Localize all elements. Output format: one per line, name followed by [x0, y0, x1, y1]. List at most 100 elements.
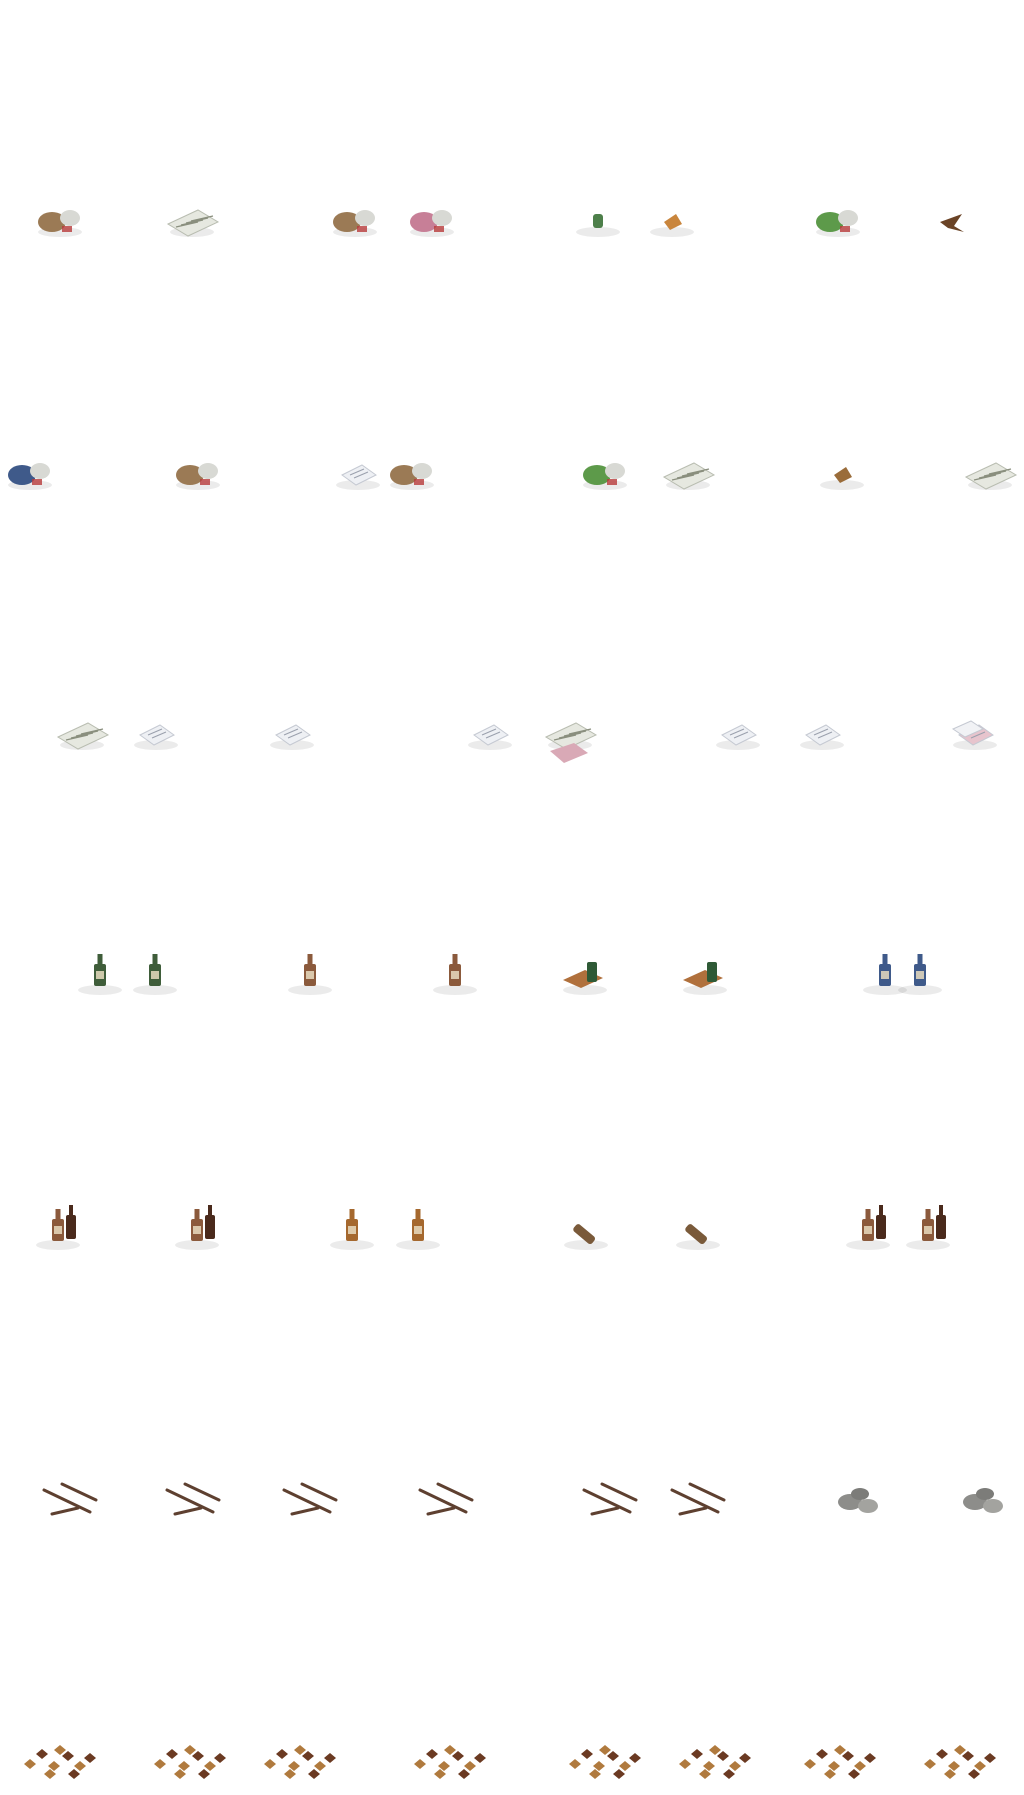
- white-paper-icon: [800, 724, 844, 750]
- blue-trash-bag-icon: [8, 463, 52, 490]
- paper-sheet-icon: [134, 724, 178, 750]
- green-bag-heap-icon: [583, 463, 627, 490]
- leaves-icon: [414, 1745, 486, 1779]
- trash-bag-cans-sprite: [20, 187, 100, 257]
- pink-papers-sprite: [935, 700, 1015, 770]
- rocks-icon: [963, 1488, 1003, 1513]
- pink-box-trash-icon: [410, 210, 454, 237]
- newspaper-stack-sprite: [42, 700, 122, 770]
- cardboard-scrap-sprite: [802, 440, 882, 510]
- bottle-group-sprite: [157, 1200, 237, 1270]
- bottle-group-sprite: [18, 1200, 98, 1270]
- small-wrapper-sprite: [632, 187, 712, 257]
- newspaper-pink-sprite: [530, 700, 610, 770]
- sticks-icon: [42, 1482, 98, 1516]
- pink-box-trash-sprite: [392, 187, 472, 257]
- bag-pile-sprite: [372, 440, 452, 510]
- sticks-sprite: [155, 1465, 235, 1535]
- bag-pile-icon: [390, 463, 434, 490]
- fallen-bottle-icon: [676, 1224, 720, 1250]
- leaves-icon: [804, 1745, 876, 1779]
- bottle-group-icon: [36, 1205, 80, 1250]
- rocks-sprite: [820, 1465, 900, 1535]
- cardboard-scrap-icon: [820, 467, 864, 490]
- folded-paper-sprite: [450, 700, 530, 770]
- small-wrapper-icon: [650, 214, 694, 237]
- newspaper-stack-icon: [56, 722, 110, 750]
- sticks-sprite: [408, 1465, 488, 1535]
- leaves-sprite: [800, 1725, 880, 1795]
- sticks-sprite: [32, 1465, 112, 1535]
- trash-bag-cans-icon: [38, 210, 82, 237]
- newspaper-sprite: [152, 187, 232, 257]
- leaves-icon: [679, 1745, 751, 1779]
- leaves-sprite: [20, 1725, 100, 1795]
- sticks-sprite: [572, 1465, 652, 1535]
- leaves-sprite: [410, 1725, 490, 1795]
- amber-bottle-sprite: [378, 1200, 458, 1270]
- leaves-sprite: [565, 1725, 645, 1795]
- sprite-sheet: isometric game sprite sheet: [0, 0, 1024, 1792]
- blue-bottle-sprite: [880, 945, 960, 1015]
- leaves-icon: [569, 1745, 641, 1779]
- folded-newspaper-sprite: [950, 440, 1024, 510]
- newspaper-icon: [166, 209, 220, 237]
- chart-paper-icon: [716, 724, 760, 750]
- leaves-sprite: [150, 1725, 230, 1795]
- chart-paper-sprite: [698, 700, 778, 770]
- newspaper-stack-icon: [662, 462, 716, 490]
- white-paper-sprite: [782, 700, 862, 770]
- rubble-pile-icon: [333, 210, 377, 237]
- bottle-group-icon: [175, 1205, 219, 1250]
- pink-papers-icon: [951, 720, 997, 750]
- paper-sheet-sprite: [252, 700, 332, 770]
- amber-bottle-icon: [396, 1209, 440, 1250]
- paper-sheet-sprite: [116, 700, 196, 770]
- leaves-sprite: [675, 1725, 755, 1795]
- leaves-icon: [264, 1745, 336, 1779]
- newspaper-stack-sprite: [648, 440, 728, 510]
- green-bottle-sprite: [115, 945, 195, 1015]
- green-bag-trash-icon: [816, 210, 860, 237]
- green-bag-heap-sprite: [565, 440, 645, 510]
- sticks-sprite: [272, 1465, 352, 1535]
- fallen-bottle-sprite: [546, 1200, 626, 1270]
- folded-newspaper-icon: [964, 462, 1018, 490]
- trash-heap-sprite: [158, 440, 238, 510]
- rubble-pile-sprite: [315, 187, 395, 257]
- sticks-sprite: [660, 1465, 740, 1535]
- green-bag-trash-sprite: [798, 187, 878, 257]
- sticks-icon: [582, 1482, 638, 1516]
- sticks-icon: [670, 1482, 726, 1516]
- leaves-icon: [924, 1745, 996, 1779]
- bottle-crate-sprite: [665, 945, 745, 1015]
- leaves-sprite: [920, 1725, 1000, 1795]
- dead-bird-icon: [940, 214, 964, 232]
- fallen-bottle-icon: [564, 1224, 608, 1250]
- leaves-sprite: [260, 1725, 340, 1795]
- sticks-icon: [165, 1482, 221, 1516]
- paper-sheet-icon: [270, 724, 314, 750]
- brown-bottle-icon: [433, 954, 477, 995]
- blue-bottle-icon: [898, 954, 942, 995]
- brown-bottle-sprite: [270, 945, 350, 1015]
- sticks-icon: [418, 1482, 474, 1516]
- brown-bottle-pair-sprite: [888, 1200, 968, 1270]
- folded-paper-icon: [468, 724, 512, 750]
- small-can-icon: [576, 214, 620, 237]
- leaves-icon: [24, 1745, 96, 1779]
- dead-bird-sprite: [910, 187, 990, 257]
- sticks-icon: [282, 1482, 338, 1516]
- bottle-crate-icon: [563, 962, 607, 995]
- green-bottle-icon: [133, 954, 177, 995]
- blue-trash-bag-sprite: [0, 440, 70, 510]
- newspaper-pink-icon: [544, 722, 598, 763]
- rocks-icon: [838, 1488, 878, 1513]
- leaves-icon: [154, 1745, 226, 1779]
- bottle-crate-icon: [683, 962, 727, 995]
- fallen-bottle-sprite: [658, 1200, 738, 1270]
- rocks-sprite: [945, 1465, 1024, 1535]
- bottle-crate-sprite: [545, 945, 625, 1015]
- trash-heap-icon: [176, 463, 220, 490]
- brown-bottle-pair-icon: [906, 1205, 950, 1250]
